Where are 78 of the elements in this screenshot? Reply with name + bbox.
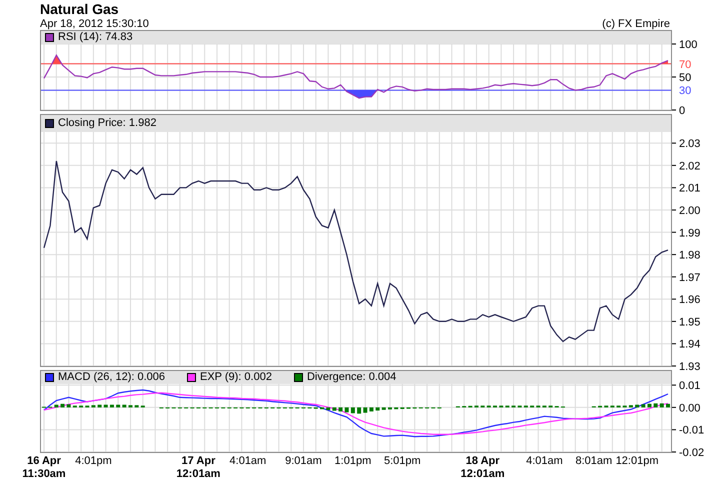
axis-label: 1.93 bbox=[679, 361, 700, 373]
histogram-bar bbox=[320, 407, 324, 410]
axis-label: 30 bbox=[679, 85, 692, 98]
axis-label: 12:01pm bbox=[616, 455, 658, 468]
axis-label: 1.95 bbox=[679, 316, 700, 328]
axis-label: 2.02 bbox=[679, 160, 700, 172]
histogram-bar bbox=[363, 407, 368, 413]
histogram-bar bbox=[134, 405, 139, 408]
histogram-bar bbox=[641, 404, 646, 408]
legend-swatch bbox=[45, 119, 54, 128]
axis-label: 1.97 bbox=[679, 272, 700, 284]
axis-label: 0.00 bbox=[679, 402, 700, 414]
histogram-bar bbox=[110, 404, 114, 408]
axis-label: 8:01am bbox=[576, 455, 612, 468]
axis-label: 4:01am bbox=[526, 455, 563, 468]
legend-label: RSI (14): 74.83 bbox=[58, 32, 133, 43]
axis-label: 18 Apr 12:01am bbox=[460, 455, 506, 481]
histogram-bar bbox=[382, 407, 386, 410]
legend-swatch bbox=[294, 373, 303, 382]
legend-label: Closing Price: 1.982 bbox=[58, 118, 156, 129]
axis-label: 4:01am bbox=[230, 455, 266, 468]
axis-label: 16 Apr 11:30am bbox=[21, 455, 67, 481]
axis-label: 1.96 bbox=[679, 294, 700, 306]
legend-swatch bbox=[45, 373, 54, 382]
histogram-bar bbox=[666, 404, 670, 408]
histogram-bar bbox=[66, 404, 71, 408]
histogram-bar bbox=[338, 407, 343, 412]
histogram-bar bbox=[369, 407, 374, 412]
axis-label: 100 bbox=[679, 39, 698, 51]
legend-label: Divergence: 0.004 bbox=[306, 372, 396, 383]
timestamp: Apr 18, 2012 15:30:10 bbox=[40, 18, 149, 30]
axis-label: 2.03 bbox=[679, 138, 700, 150]
axis-label: 1.98 bbox=[679, 250, 700, 262]
axis-label: -0.01 bbox=[679, 424, 704, 437]
axis-label: 4:01pm bbox=[75, 455, 112, 468]
histogram-bar bbox=[635, 404, 640, 408]
histogram-bar bbox=[104, 404, 108, 408]
histogram-bar bbox=[660, 403, 664, 408]
axis-label: 1.94 bbox=[679, 338, 700, 351]
copyright-text: (c) FX Empire bbox=[602, 18, 670, 30]
histogram-bar bbox=[388, 407, 392, 410]
legend-label: EXP (9): 0.002 bbox=[200, 372, 272, 383]
axis-label: 0 bbox=[679, 105, 686, 117]
axis-label: 5:01pm bbox=[384, 455, 421, 468]
chart-title: Natural Gas bbox=[40, 0, 119, 18]
axis-label: 1.99 bbox=[679, 227, 700, 240]
axis-label: -0.02 bbox=[679, 447, 704, 459]
histogram-bar bbox=[91, 405, 96, 408]
axis-label: 70 bbox=[679, 58, 692, 71]
legend-swatch bbox=[187, 373, 196, 382]
oversold-area bbox=[346, 90, 378, 98]
histogram-bar bbox=[326, 407, 330, 410]
histogram-bar bbox=[628, 405, 633, 408]
legend-label: MACD (26, 12): 0.006 bbox=[58, 372, 165, 383]
histogram-bar bbox=[376, 407, 380, 411]
histogram-bar bbox=[647, 404, 652, 408]
overbought-area bbox=[52, 55, 62, 64]
histogram-bar bbox=[116, 404, 120, 408]
histogram-bar bbox=[654, 403, 658, 408]
axis-label: 1:01pm bbox=[334, 455, 372, 468]
histogram-bar bbox=[344, 407, 349, 412]
overbought-area bbox=[660, 60, 668, 64]
histogram-bar bbox=[332, 407, 336, 411]
histogram-bar bbox=[357, 407, 362, 414]
legend-swatch bbox=[45, 33, 54, 42]
histogram-bar bbox=[350, 407, 355, 414]
histogram-bar bbox=[60, 404, 65, 408]
histogram-bar bbox=[128, 405, 132, 408]
histogram-bar bbox=[122, 404, 126, 408]
axis-label: 2.00 bbox=[679, 205, 700, 217]
axis-label: 0.01 bbox=[679, 380, 700, 392]
histogram-bar bbox=[98, 404, 102, 408]
axis-label: 50 bbox=[679, 72, 692, 84]
histogram-bar bbox=[394, 407, 398, 410]
axis-label: 9:01am bbox=[285, 455, 322, 468]
axis-label: 17 Apr 12:01am bbox=[175, 455, 222, 481]
histogram-bar bbox=[54, 404, 58, 408]
axis-label: 2.01 bbox=[679, 182, 700, 195]
